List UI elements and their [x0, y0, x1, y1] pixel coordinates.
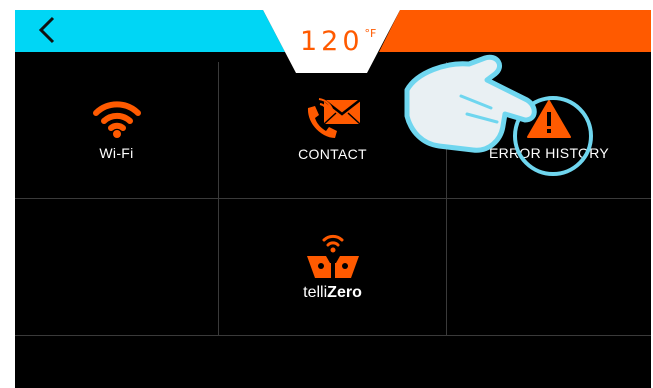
device-screen: 120 °F Wi-Fi CONTACT ERROR HISTORY telli… [15, 10, 651, 388]
tellizero-logo-icon [306, 234, 359, 278]
back-button[interactable] [15, 10, 75, 52]
error-history-tile-label: ERROR HISTORY [488, 145, 610, 161]
header-right-band [379, 10, 651, 52]
grid-divider [15, 335, 651, 336]
tellizero-brand: telliZero [303, 284, 362, 302]
menu-grid: Wi-Fi CONTACT ERROR HISTORY telliZero [15, 62, 651, 336]
contact-tile[interactable]: CONTACT [219, 62, 446, 198]
wifi-tile[interactable]: Wi-Fi [15, 62, 218, 198]
warning-icon [527, 100, 571, 138]
wifi-tile-label: Wi-Fi [99, 145, 134, 161]
temperature-unit: °F [364, 27, 377, 40]
tellizero-brand-light: telli [303, 284, 328, 301]
contact-tile-label: CONTACT [298, 146, 367, 162]
tellizero-brand-bold: Zero [327, 284, 362, 301]
wifi-icon [92, 101, 141, 138]
temperature-display: 120 °F [300, 27, 400, 63]
phone-mail-icon [307, 98, 361, 138]
tellizero-tile[interactable]: telliZero [219, 199, 446, 335]
chevron-left-icon [38, 16, 55, 44]
temperature-value: 120 [300, 26, 364, 57]
error-history-tile[interactable]: ERROR HISTORY [447, 62, 651, 198]
